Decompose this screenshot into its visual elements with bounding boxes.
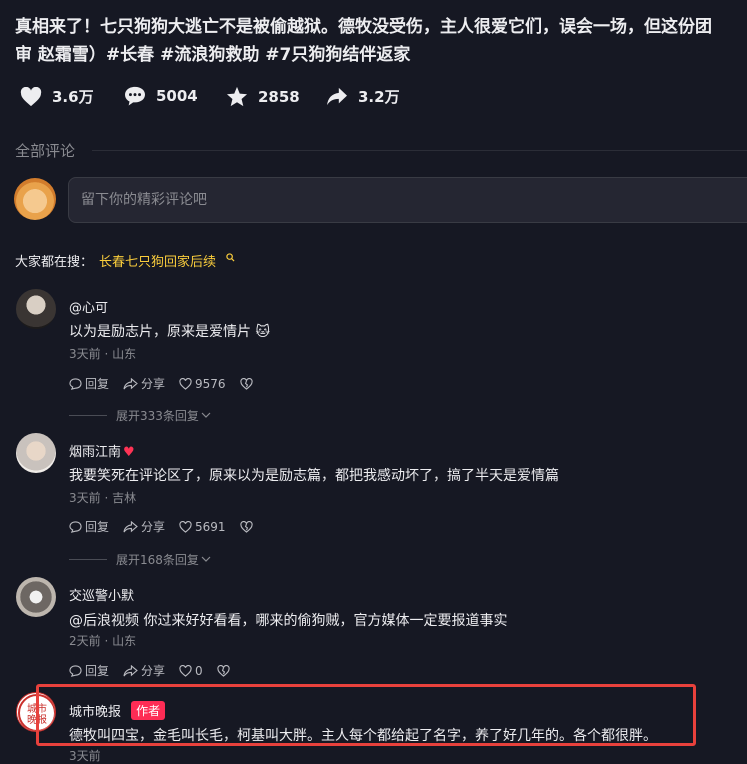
heart-outline-icon [179, 664, 192, 677]
comment-avatar[interactable] [16, 289, 56, 329]
reply-icon [69, 377, 82, 390]
heart-emoji-icon: ♥ [123, 445, 135, 460]
favorite-stat[interactable]: 2858 [226, 86, 300, 107]
reply-icon [69, 520, 82, 533]
like-count: 9576 [195, 376, 226, 391]
comment-actions: 回复 分享 0 [69, 662, 244, 679]
share-button[interactable]: 分享 [123, 375, 165, 392]
reply-label: 回复 [85, 520, 110, 534]
comment-count: 5004 [156, 87, 198, 105]
share-arrow-icon [123, 664, 138, 676]
like-button[interactable]: 0 [179, 664, 203, 678]
reply-label: 回复 [85, 664, 110, 678]
dislike-button[interactable] [217, 664, 230, 677]
expand-replies-button[interactable]: 展开333条回复 [69, 407, 211, 424]
reply-icon [69, 664, 82, 677]
heart-outline-icon [179, 377, 192, 390]
share-arrow-icon [123, 520, 138, 532]
broken-heart-icon [239, 520, 253, 533]
highlight-annotation-box [36, 684, 696, 746]
share-stat[interactable]: 3.2万 [326, 86, 400, 107]
chevron-down-icon [201, 412, 211, 418]
reply-label: 回复 [85, 377, 110, 391]
star-icon [226, 86, 248, 107]
expand-replies-label: 展开168条回复 [116, 553, 199, 567]
comment-text: @后浪视频 你过来好好看看，哪来的偷狗贼，官方媒体一定要报道事实 [69, 613, 508, 629]
comment-meta: 3天前 · 山东 [69, 347, 137, 361]
share-arrow-icon [326, 87, 348, 107]
share-label: 分享 [141, 520, 166, 534]
comment-stat[interactable]: 5004 [124, 86, 198, 106]
like-count: 5691 [195, 519, 226, 534]
like-count: 3.6万 [52, 88, 94, 106]
expand-replies-label: 展开333条回复 [116, 409, 199, 423]
dislike-button[interactable] [239, 520, 253, 533]
video-title-line-1: 真相来了！七只狗狗大逃亡不是被偷越狱。德牧没受伤，主人很爱它们，误会一场，但这份… [15, 17, 712, 37]
dislike-button[interactable] [239, 377, 253, 390]
heart-icon [20, 86, 42, 107]
comment-actions: 回复 分享 5691 [69, 518, 267, 535]
reply-button[interactable]: 回复 [69, 662, 109, 679]
comment-avatar[interactable] [16, 433, 56, 473]
section-divider [92, 150, 747, 151]
comment-username[interactable]: 交巡警小默 [69, 585, 134, 604]
heart-outline-icon [179, 520, 192, 533]
comment-bubble-icon [124, 86, 146, 106]
divider [69, 415, 107, 416]
reply-button[interactable]: 回复 [69, 375, 109, 392]
chevron-down-icon [201, 556, 211, 562]
all-comments-label: 全部评论 [15, 142, 76, 160]
like-button[interactable]: 9576 [179, 377, 226, 391]
share-button[interactable]: 分享 [123, 518, 165, 535]
current-user-avatar[interactable] [14, 178, 56, 220]
comment-meta: 3天前 [69, 749, 101, 763]
comment-meta: 2天前 · 山东 [69, 634, 137, 648]
search-icon [226, 247, 235, 266]
like-count: 0 [195, 663, 203, 678]
share-arrow-icon [123, 377, 138, 389]
broken-heart-icon [239, 377, 253, 390]
video-title-line-2: 审 赵霜雪）#长春 #流浪狗救助 #7只狗狗结伴返家 [15, 45, 411, 65]
reply-button[interactable]: 回复 [69, 518, 109, 535]
comment-username[interactable]: 烟雨江南 ♥ [69, 441, 135, 460]
like-button[interactable]: 5691 [179, 520, 226, 534]
comment-meta: 3天前 · 吉林 [69, 491, 137, 505]
comment-text: 我要笑死在评论区了，原来以为是励志篇，都把我感动坏了，搞了半天是爱情篇 [69, 468, 559, 484]
favorite-count: 2858 [258, 87, 300, 106]
divider [69, 559, 107, 560]
share-button[interactable]: 分享 [123, 662, 165, 679]
broken-heart-icon [217, 664, 230, 677]
comment-actions: 回复 分享 9576 [69, 375, 267, 392]
comment-text: 以为是励志片，原来是爱情片 🐱 [69, 324, 271, 340]
comment-username[interactable]: @心可 [69, 297, 108, 316]
search-suggestion-link[interactable]: 长春七只狗回家后续 [99, 251, 216, 270]
expand-replies-button[interactable]: 展开168条回复 [69, 551, 211, 568]
comment-username-text: 烟雨江南 [69, 445, 122, 460]
share-label: 分享 [141, 664, 166, 678]
comment-avatar[interactable] [16, 577, 56, 617]
share-label: 分享 [141, 377, 166, 391]
search-hint-label: 大家都在搜： [15, 255, 94, 270]
share-count: 3.2万 [358, 88, 400, 106]
like-stat[interactable]: 3.6万 [20, 86, 94, 107]
comment-input[interactable]: 留下你的精彩评论吧 [68, 177, 747, 223]
